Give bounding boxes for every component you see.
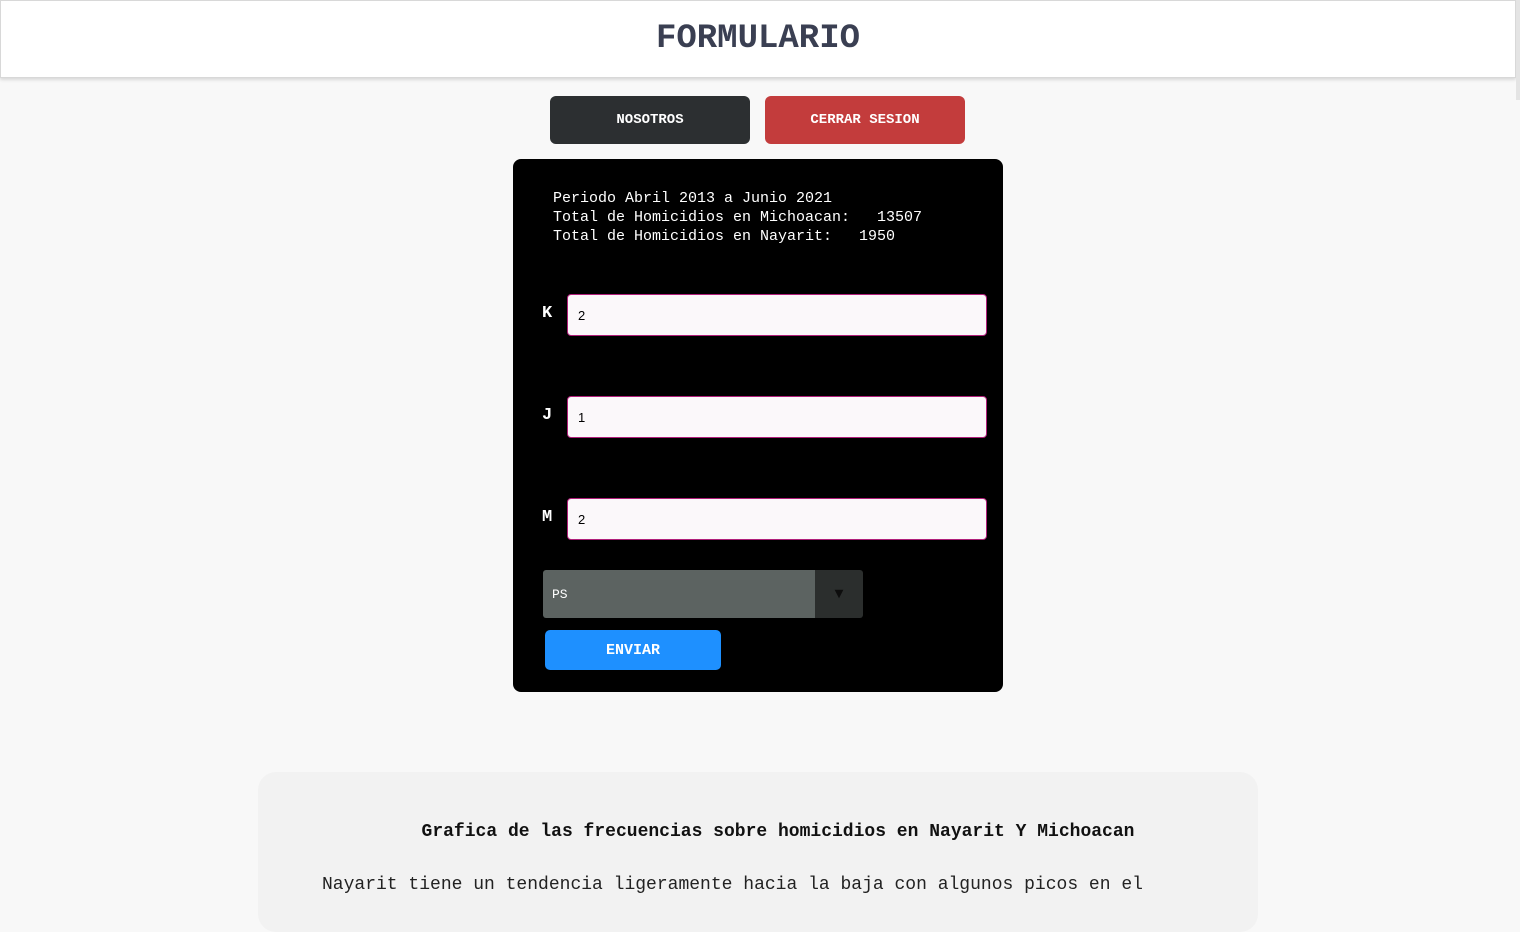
nav-buttons: NOSOTROS CERRAR SESION [550, 96, 965, 144]
field-label-k: K [542, 304, 553, 323]
page-header: FORMULARIO [0, 0, 1516, 78]
k-input[interactable] [567, 294, 987, 336]
logout-button[interactable]: CERRAR SESION [765, 96, 965, 144]
form-panel: Periodo Abril 2013 a Junio 2021 Total de … [513, 159, 1003, 692]
field-label-j: J [542, 406, 553, 425]
field-label-m: M [542, 508, 553, 527]
stats-michoacan: Total de Homicidios en Michoacan: 13507 [553, 209, 923, 226]
about-button[interactable]: NOSOTROS [550, 96, 750, 144]
chart-section-title: Grafica de las frecuencias sobre homicid… [421, 822, 1135, 842]
select-value: PS [543, 570, 815, 618]
scrollbar[interactable] [1516, 0, 1520, 100]
chart-section: Grafica de las frecuencias sobre homicid… [258, 772, 1258, 932]
j-input[interactable] [567, 396, 987, 438]
stats-summary: Periodo Abril 2013 a Junio 2021 Total de … [553, 189, 922, 246]
page-title: FORMULARIO [655, 20, 861, 58]
chevron-down-icon[interactable]: ▼ [815, 570, 863, 618]
m-input[interactable] [567, 498, 987, 540]
submit-button[interactable]: ENVIAR [545, 630, 721, 670]
stats-nayarit: Total de Homicidios en Nayarit: 1950 [553, 228, 896, 245]
field-row-j: J [542, 396, 987, 438]
stats-period: Periodo Abril 2013 a Junio 2021 [553, 190, 833, 207]
method-select[interactable]: PS ▼ [543, 570, 863, 618]
field-row-m: M [542, 498, 987, 540]
field-row-k: K [542, 294, 987, 336]
chart-section-description: Nayarit tiene un tendencia ligeramente h… [322, 875, 1143, 895]
